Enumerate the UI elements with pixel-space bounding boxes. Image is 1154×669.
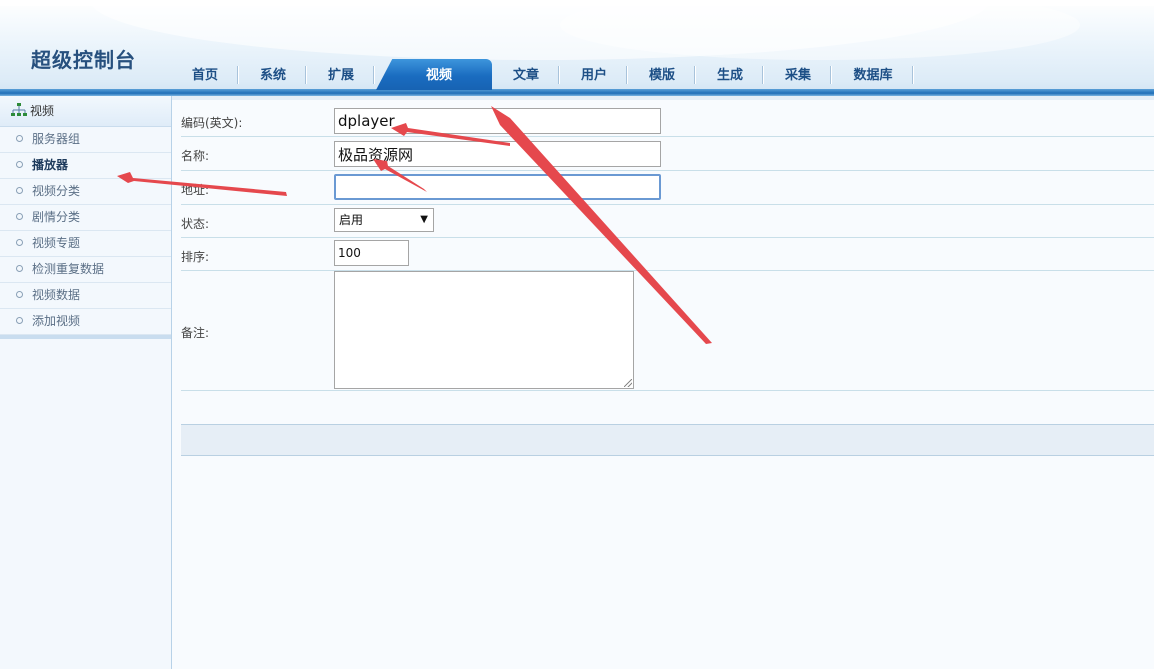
form-top-rule <box>172 96 1154 100</box>
nav-item-database[interactable]: 数据库 <box>832 64 914 87</box>
bullet-icon <box>16 135 23 142</box>
sidebar-item-label: 剧情分类 <box>32 210 81 224</box>
sidebar-item-video-topic[interactable]: 视频专题 <box>0 231 171 257</box>
nav-separator <box>373 66 375 84</box>
remark-label: 备注: <box>181 326 210 340</box>
sidebar-item-label: 服务器组 <box>32 132 81 146</box>
bullet-icon <box>16 317 23 324</box>
status-select[interactable]: 启用 ▼ <box>334 208 434 232</box>
nav-item-video-active[interactable]: 视频 <box>376 59 492 90</box>
code-label: 编码(英文): <box>181 116 243 130</box>
name-label: 名称: <box>181 149 210 163</box>
sort-input[interactable] <box>334 240 409 266</box>
bullet-icon <box>16 213 23 220</box>
address-label: 地址: <box>181 183 210 197</box>
bullet-icon <box>16 187 23 194</box>
sidebar-item-label: 视频分类 <box>32 184 81 198</box>
form-footer-bar <box>181 424 1154 456</box>
sidebar-item-label: 播放器 <box>32 158 69 172</box>
nav-item-template[interactable]: 模版 <box>628 64 696 87</box>
remark-textarea[interactable] <box>334 271 634 389</box>
form-row-address: 地址: <box>181 171 1154 205</box>
sidebar-divider <box>0 335 171 339</box>
sidebar-item-add-video[interactable]: 添加视频 <box>0 309 171 335</box>
sort-label: 排序: <box>181 250 210 264</box>
status-label: 状态: <box>181 217 210 231</box>
player-edit-form: 编码(英文): 名称: 地址: 状态: 启用 ▼ 排序: 备注: <box>172 96 1154 669</box>
bullet-icon <box>16 265 23 272</box>
sidebar-item-label: 检测重复数据 <box>32 262 105 276</box>
sidebar-item-label: 添加视频 <box>32 314 81 328</box>
sidebar: 视频 服务器组 播放器 视频分类 剧情分类 视频专题 检测重复数据 视频数据 添… <box>0 96 172 669</box>
sidebar-item-player[interactable]: 播放器 <box>0 153 171 179</box>
form-row-remark: 备注: <box>181 271 1154 391</box>
sidebar-item-label: 视频专题 <box>32 236 81 250</box>
status-select-value: 启用 <box>339 213 364 227</box>
sidebar-header: 视频 <box>0 96 171 127</box>
sidebar-item-video-data[interactable]: 视频数据 <box>0 283 171 309</box>
sitemap-icon <box>11 98 27 116</box>
top-header: 超级控制台 首页 系统 扩展 文章 用户 模版 生成 采集 数据库 <box>0 0 1154 96</box>
sidebar-item-label: 视频数据 <box>32 288 81 302</box>
nav-item-home[interactable]: 首页 <box>171 64 239 87</box>
form-row-status: 状态: 启用 ▼ <box>181 205 1154 238</box>
sidebar-item-server-group[interactable]: 服务器组 <box>0 127 171 153</box>
code-input[interactable] <box>334 108 661 134</box>
resize-grip-icon[interactable] <box>624 379 632 387</box>
name-input[interactable] <box>334 141 661 167</box>
nav-item-system[interactable]: 系统 <box>239 64 307 87</box>
nav-item-collect[interactable]: 采集 <box>764 64 832 87</box>
form-row-code: 编码(英文): <box>181 104 1154 137</box>
nav-item-user[interactable]: 用户 <box>560 64 628 87</box>
header-bottom-bar <box>0 89 1154 96</box>
dropdown-arrow-icon: ▼ <box>420 214 428 225</box>
nav-item-extend[interactable]: 扩展 <box>307 64 375 87</box>
nav-separator <box>912 66 914 84</box>
sidebar-title: 视频 <box>30 104 55 118</box>
bullet-icon <box>16 161 23 168</box>
bullet-icon <box>16 291 23 298</box>
sidebar-item-plot-category[interactable]: 剧情分类 <box>0 205 171 231</box>
sidebar-item-duplicate-check[interactable]: 检测重复数据 <box>0 257 171 283</box>
address-input[interactable] <box>334 174 661 200</box>
main-nav: 首页 系统 扩展 文章 用户 模版 生成 采集 数据库 <box>0 64 1154 89</box>
nav-item-article[interactable]: 文章 <box>492 64 560 87</box>
form-row-name: 名称: <box>181 137 1154 171</box>
nav-item-generate[interactable]: 生成 <box>696 64 764 87</box>
form-row-sort: 排序: <box>181 238 1154 271</box>
bullet-icon <box>16 239 23 246</box>
sidebar-item-video-category[interactable]: 视频分类 <box>0 179 171 205</box>
